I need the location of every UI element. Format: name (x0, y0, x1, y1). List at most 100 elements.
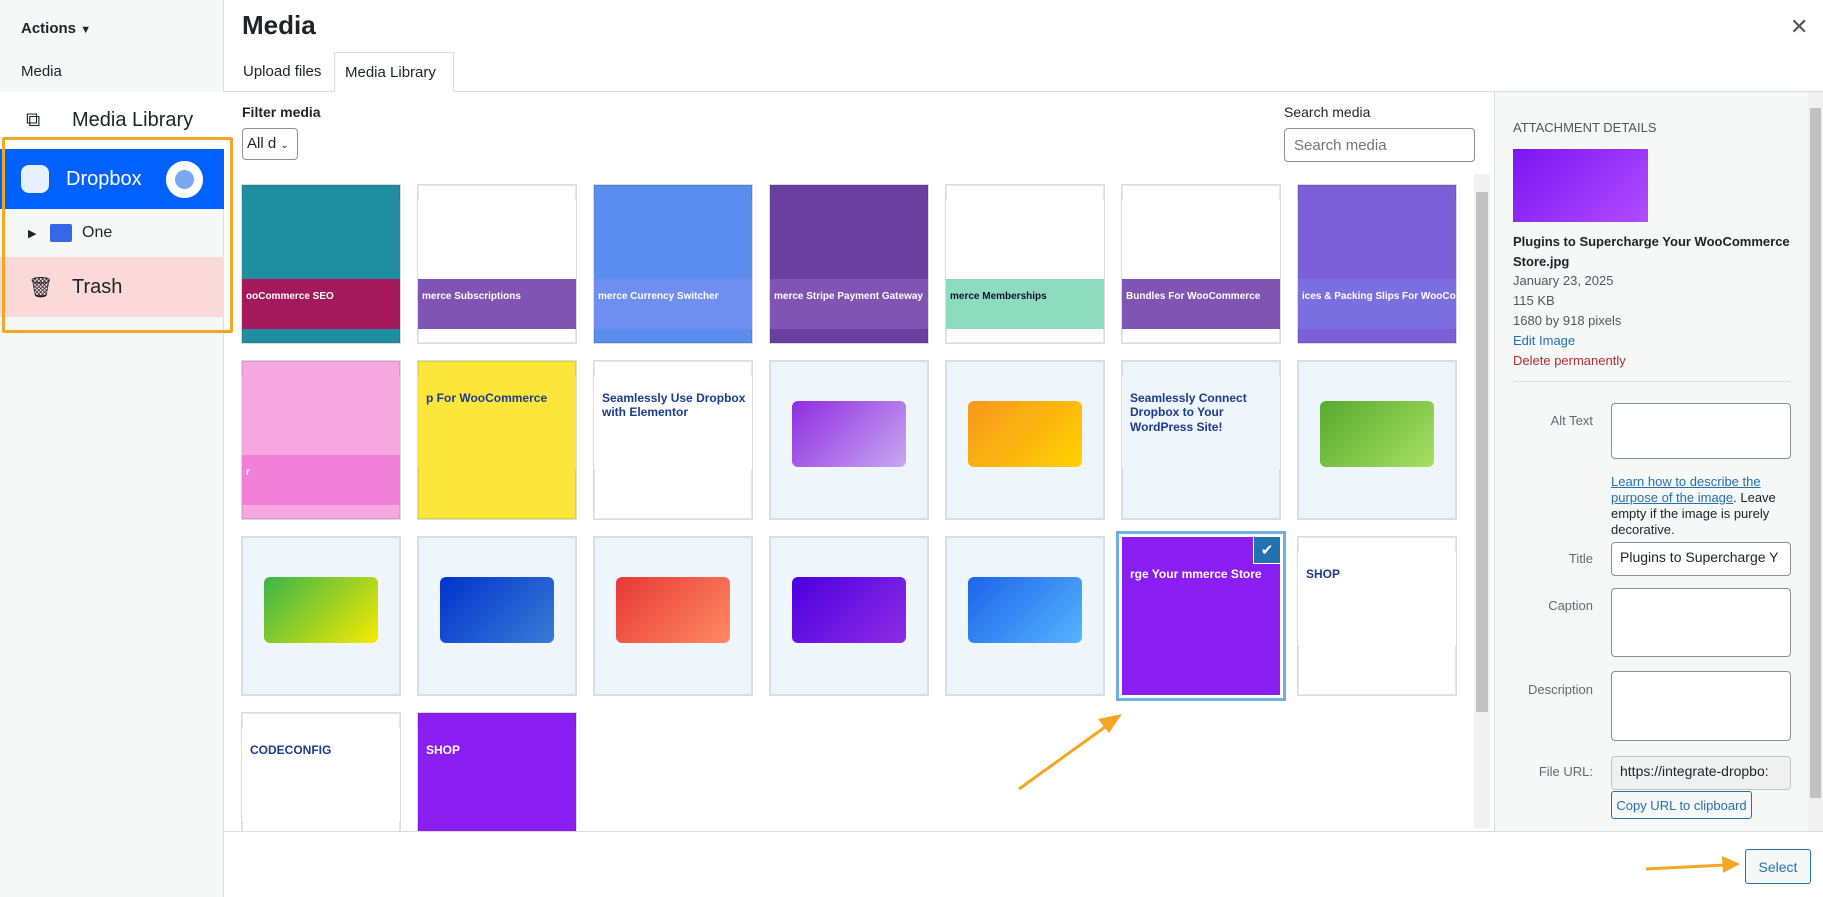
modal-footer (224, 831, 1823, 897)
thumbnail-image (792, 401, 906, 467)
caret-down-icon: ▼ (80, 24, 92, 36)
media-thumbnail[interactable]: Seamlessly Connect Dropbox to Your WordP… (1122, 361, 1280, 519)
media-thumbnail[interactable] (418, 537, 576, 695)
thumbnail-image (418, 728, 576, 821)
media-thumbnail[interactable]: Seamlessly Use Dropbox with Elementor (594, 361, 752, 519)
media-thumbnail[interactable]: merce Memberships (946, 185, 1104, 343)
sidebar-item-folder-one[interactable]: ▶ One (0, 209, 224, 257)
thumbnail-caption: merce Memberships (946, 279, 1104, 329)
search-input[interactable] (1284, 128, 1475, 162)
sidebar-item-trash[interactable]: 🗑 Trash (0, 257, 224, 317)
media-thumbnail[interactable]: ooCommerce SEO (242, 185, 400, 343)
thumbnail-image (1320, 401, 1434, 467)
thumbnail-caption: p For WooCommerce (426, 391, 548, 405)
thumbnail-caption: ooCommerce SEO (242, 279, 400, 329)
media-thumbnail[interactable]: Bundles For WooCommerce (1122, 185, 1280, 343)
title-field[interactable]: Plugins to Supercharge Y (1611, 542, 1791, 576)
media-thumbnail[interactable] (946, 361, 1104, 519)
attachment-details-heading: ATTACHMENT DETAILS (1513, 120, 1657, 135)
media-thumbnail[interactable]: ices & Packing Slips For WooCommerce (1298, 185, 1456, 343)
title-label: Title (1568, 551, 1593, 566)
thumbnail-image (792, 577, 906, 643)
attachment-details-panel: ATTACHMENT DETAILS Plugins to Supercharg… (1494, 92, 1808, 831)
divider (1513, 381, 1791, 382)
tab-upload-files[interactable]: Upload files (233, 52, 331, 92)
caption-label: Caption (1548, 598, 1593, 613)
media-thumbnail[interactable] (946, 537, 1104, 695)
dropbox-icon (21, 165, 49, 193)
thumbnail-image (1298, 552, 1456, 645)
dropbox-logo-icon (165, 160, 203, 198)
media-thumbnail[interactable]: merce Currency Switcher (594, 185, 752, 343)
grid-scrollbar[interactable] (1474, 174, 1490, 828)
media-library-icon: ⧉ (26, 109, 41, 131)
sidebar-item-label: Trash (72, 275, 123, 298)
thumbnail-caption: merce Stripe Payment Gateway (770, 279, 928, 329)
thumbnail-caption: merce Subscriptions (418, 279, 576, 329)
thumbnail-image (242, 728, 400, 821)
description-field[interactable] (1611, 671, 1791, 741)
media-thumbnail[interactable] (770, 537, 928, 695)
file-url-label: File URL: (1538, 764, 1593, 779)
attachment-filename: Plugins to Supercharge Your WooCommerce … (1513, 234, 1790, 269)
selected-check-icon[interactable]: ✔ (1254, 537, 1280, 563)
media-thumbnail[interactable]: merce Stripe Payment Gateway (770, 185, 928, 343)
thumbnail-image (1122, 552, 1280, 645)
actions-menu[interactable]: Actions ▼ (21, 20, 91, 37)
thumbnail-caption: r (242, 455, 400, 505)
select-button[interactable]: Select (1745, 849, 1811, 884)
thumbnail-caption: CODECONFIG (250, 743, 332, 757)
folder-icon (50, 224, 72, 242)
close-icon[interactable]: ✕ (1790, 14, 1808, 40)
media-thumbnail[interactable]: CODECONFIG (242, 713, 400, 831)
thumbnail-caption: merce Currency Switcher (594, 279, 752, 329)
media-thumbnail[interactable]: SHOP (418, 713, 576, 831)
section-label: Media (21, 63, 62, 80)
actions-label: Actions (21, 20, 77, 37)
file-url-field[interactable]: https://integrate-dropbo: (1611, 756, 1791, 790)
caption-field[interactable] (1611, 588, 1791, 657)
media-thumbnail[interactable] (594, 537, 752, 695)
alt-text-field[interactable] (1611, 403, 1791, 459)
thumbnail-caption: SHOP (426, 743, 461, 757)
media-thumbnail[interactable] (770, 361, 928, 519)
attachment-date: January 23, 2025 (1513, 273, 1614, 288)
thumbnail-caption: Seamlessly Connect Dropbox to Your WordP… (1130, 391, 1247, 434)
sidebar: Actions ▼ Media ⧉ Media Library Dropbox … (0, 0, 224, 897)
sidebar-item-media-library[interactable]: ⧉ Media Library (0, 92, 224, 149)
thumbnail-caption: rge Your mmerce Store (1130, 567, 1262, 581)
trash-icon: 🗑 (28, 276, 54, 299)
media-thumbnail[interactable]: rge Your mmerce Store ✔ (1122, 537, 1280, 695)
delete-permanently-link[interactable]: Delete permanently (1513, 353, 1626, 368)
copy-url-button[interactable]: Copy URL to clipboard (1611, 791, 1752, 819)
thumbnail-image (440, 577, 554, 643)
sidebar-item-dropbox[interactable]: Dropbox (0, 149, 224, 209)
thumbnail-caption: ices & Packing Slips For WooCommerce (1298, 279, 1456, 329)
thumbnail-image (616, 577, 730, 643)
thumbnail-image (594, 376, 752, 469)
media-thumbnail[interactable]: merce Subscriptions (418, 185, 576, 343)
media-thumbnail[interactable]: p For WooCommerce (418, 361, 576, 519)
thumbnail-caption: Seamlessly Use Dropbox with Elementor (602, 391, 746, 420)
sidebar-item-label: Dropbox (66, 167, 142, 190)
edit-image-link[interactable]: Edit Image (1513, 333, 1575, 348)
media-thumbnail[interactable]: r (242, 361, 400, 519)
tab-media-library[interactable]: Media Library (334, 52, 454, 92)
media-thumbnail[interactable] (1298, 361, 1456, 519)
alt-text-help: Learn how to describe the purpose of the… (1611, 474, 1796, 538)
thumbnail-image (418, 376, 576, 469)
description-label: Description (1527, 682, 1593, 697)
attachment-preview-image (1513, 149, 1648, 222)
sidebar-item-label: One (82, 224, 113, 241)
search-media-label: Search media (1284, 104, 1371, 120)
details-scrollbar[interactable] (1808, 92, 1823, 831)
thumbnail-caption: Bundles For WooCommerce (1122, 279, 1280, 329)
media-thumbnail[interactable]: SHOP (1298, 537, 1456, 695)
thumbnail-image (968, 577, 1082, 643)
media-thumbnail[interactable] (242, 537, 400, 695)
expand-arrow-icon[interactable]: ▶ (28, 227, 50, 240)
thumbnail-image (264, 577, 378, 643)
attachment-size: 115 KB (1513, 293, 1555, 308)
filter-select[interactable]: All d ⌄ (242, 128, 298, 160)
attachment-dimensions: 1680 by 918 pixels (1513, 313, 1622, 328)
